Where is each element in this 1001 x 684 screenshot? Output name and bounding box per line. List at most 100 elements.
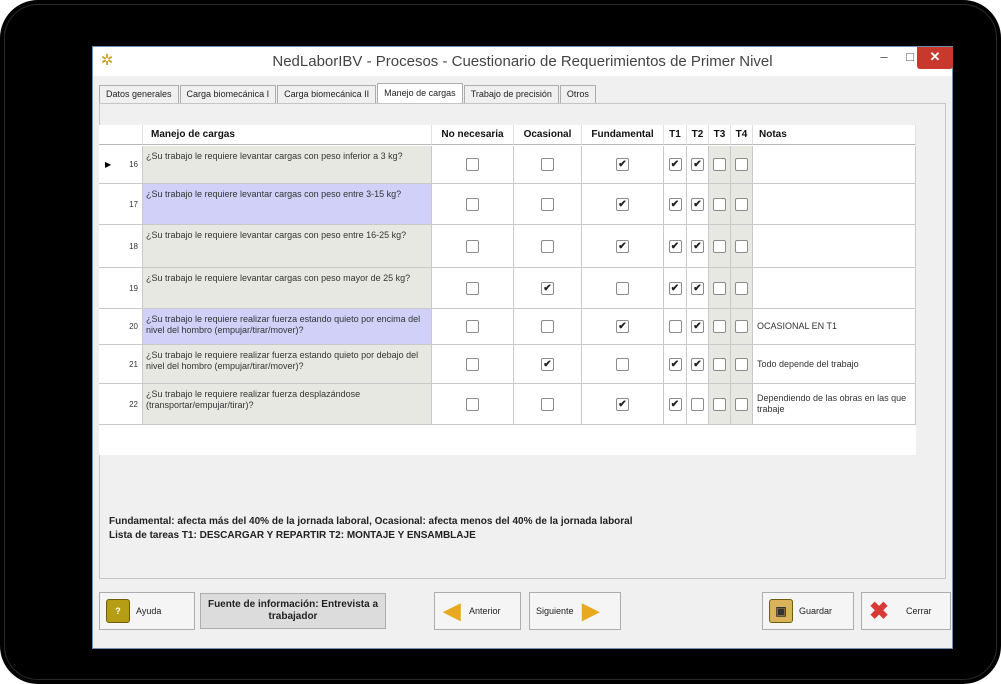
no-necesaria-checkbox[interactable]	[466, 239, 479, 253]
header-t1[interactable]: T1	[664, 125, 687, 145]
no-necesaria-checkbox[interactable]	[466, 357, 479, 371]
header-notas[interactable]: Notas	[753, 125, 916, 145]
tab-carga-biomecanica-2[interactable]: Carga biomecánica II	[277, 85, 377, 103]
help-button[interactable]: ? Ayuda	[99, 592, 195, 630]
t4-checkbox[interactable]	[735, 357, 748, 371]
t2-checkbox[interactable]: ✔	[691, 357, 704, 371]
notes-cell[interactable]	[753, 184, 916, 225]
close-window-button[interactable]: ✕	[917, 47, 953, 69]
question-cell[interactable]: ¿Su trabajo le requiere realizar fuerza …	[143, 309, 432, 345]
ocasional-checkbox[interactable]	[541, 197, 554, 211]
ocasional-checkbox[interactable]	[541, 397, 554, 411]
t4-checkbox[interactable]	[735, 397, 748, 411]
t2-checkbox[interactable]: ✔	[691, 197, 704, 211]
notes-cell[interactable]: Dependiendo de las obras en las que trab…	[753, 384, 916, 425]
notes-cell[interactable]	[753, 146, 916, 184]
fundamental-checkbox[interactable]: ✔	[616, 320, 629, 333]
t2-checkbox[interactable]: ✔	[691, 158, 704, 171]
notes-cell[interactable]	[753, 268, 916, 309]
header-t2[interactable]: T2	[687, 125, 709, 145]
notes-cell[interactable]: Todo depende del trabajo	[753, 345, 916, 384]
t1-checkbox[interactable]	[668, 320, 682, 333]
table-row[interactable]: 17 ¿Su trabajo le requiere levantar carga…	[99, 184, 916, 225]
no-necesaria-checkbox[interactable]	[466, 197, 479, 211]
header-t4[interactable]: T4	[731, 125, 753, 145]
t4-checkbox[interactable]	[735, 281, 748, 295]
fundamental-checkbox[interactable]: ✔	[616, 197, 629, 211]
question-cell[interactable]: ¿Su trabajo le requiere levantar cargas …	[143, 268, 432, 309]
fundamental-cell	[582, 345, 664, 384]
t2-checkbox[interactable]	[691, 397, 704, 411]
t3-checkbox[interactable]	[713, 158, 726, 171]
row-number[interactable]: 17	[99, 184, 143, 225]
t1-checkbox[interactable]: ✔	[668, 357, 682, 371]
ocasional-checkbox[interactable]	[541, 320, 554, 333]
header-t3[interactable]: T3	[709, 125, 731, 145]
header-no-necesaria[interactable]: No necesaria	[432, 125, 514, 145]
no-necesaria-checkbox[interactable]	[466, 397, 479, 411]
question-cell[interactable]: ¿Su trabajo le requiere levantar cargas …	[143, 146, 432, 184]
row-number[interactable]: 19	[99, 268, 143, 309]
table-row[interactable]: 19 ¿Su trabajo le requiere levantar carga…	[99, 268, 916, 309]
t2-checkbox[interactable]: ✔	[691, 239, 704, 253]
tab-otros[interactable]: Otros	[559, 85, 596, 103]
next-button[interactable]: Siguiente ▶	[529, 592, 621, 630]
table-row[interactable]: 16 ▶ ¿Su trabajo le requiere levantar carg…	[99, 146, 916, 184]
tab-trabajo-de-precision[interactable]: Trabajo de precisión	[463, 85, 559, 103]
fundamental-checkbox[interactable]: ✔	[616, 158, 629, 171]
t1-checkbox[interactable]: ✔	[668, 281, 682, 295]
t2-checkbox[interactable]: ✔	[691, 320, 704, 333]
question-cell[interactable]: ¿Su trabajo le requiere realizar fuerza …	[143, 345, 432, 384]
row-number[interactable]: 21	[99, 345, 143, 384]
t4-checkbox[interactable]	[735, 239, 748, 253]
t1-checkbox[interactable]: ✔	[668, 197, 682, 211]
t1-checkbox[interactable]: ✔	[668, 397, 682, 411]
header-question[interactable]: Manejo de cargas	[143, 125, 432, 145]
tab-datos-generales[interactable]: Datos generales	[99, 85, 179, 103]
t4-checkbox[interactable]	[735, 158, 748, 171]
source-info-button[interactable]: Fuente de información: Entrevista a trab…	[200, 593, 386, 629]
previous-button[interactable]: ◀ Anterior	[434, 592, 521, 630]
ocasional-checkbox[interactable]	[541, 158, 554, 171]
t3-checkbox[interactable]	[713, 397, 726, 411]
minimize-button[interactable]: –	[871, 47, 897, 69]
ocasional-checkbox[interactable]: ✔	[541, 281, 554, 295]
row-number[interactable]: 20	[99, 309, 143, 345]
no-necesaria-checkbox[interactable]	[466, 158, 479, 171]
no-necesaria-checkbox[interactable]	[466, 320, 479, 333]
fundamental-checkbox[interactable]: ✔	[616, 397, 629, 411]
t3-checkbox[interactable]	[713, 281, 726, 295]
header-ocasional[interactable]: Ocasional	[514, 125, 582, 145]
ocasional-checkbox[interactable]: ✔	[541, 357, 554, 371]
t3-checkbox[interactable]	[713, 357, 726, 371]
t1-checkbox[interactable]: ✔	[668, 239, 682, 253]
t3-checkbox[interactable]	[713, 197, 726, 211]
tab-manejo-de-cargas[interactable]: Manejo de cargas	[377, 83, 463, 103]
table-row[interactable]: 22 ¿Su trabajo le requiere realizar fuerz…	[99, 384, 916, 425]
t4-checkbox[interactable]	[735, 320, 748, 333]
fundamental-checkbox[interactable]	[616, 281, 629, 295]
t1-checkbox[interactable]: ✔	[668, 158, 682, 171]
save-button[interactable]: ▣ Guardar	[762, 592, 854, 630]
question-cell[interactable]: ¿Su trabajo le requiere realizar fuerza …	[143, 384, 432, 425]
ocasional-checkbox[interactable]	[541, 239, 554, 253]
notes-cell[interactable]: OCASIONAL EN T1	[753, 309, 916, 345]
tab-carga-biomecanica-1[interactable]: Carga biomecánica I	[179, 85, 277, 103]
question-cell[interactable]: ¿Su trabajo le requiere levantar cargas …	[143, 225, 432, 268]
table-row[interactable]: 21 ¿Su trabajo le requiere realizar fuerz…	[99, 345, 916, 384]
notes-cell[interactable]	[753, 225, 916, 268]
close-button[interactable]: ✖ Cerrar	[861, 592, 951, 630]
row-number[interactable]: 18	[99, 225, 143, 268]
fundamental-checkbox[interactable]: ✔	[616, 239, 629, 253]
table-row[interactable]: 20 ¿Su trabajo le requiere realizar fuerz…	[99, 309, 916, 345]
t4-checkbox[interactable]	[735, 197, 748, 211]
row-number[interactable]: 22	[99, 384, 143, 425]
no-necesaria-checkbox[interactable]	[466, 281, 479, 295]
t2-checkbox[interactable]: ✔	[691, 281, 704, 295]
table-row[interactable]: 18 ¿Su trabajo le requiere levantar carga…	[99, 225, 916, 268]
header-fundamental[interactable]: Fundamental	[582, 125, 664, 145]
fundamental-checkbox[interactable]	[616, 357, 629, 371]
t3-checkbox[interactable]	[713, 320, 726, 333]
t3-checkbox[interactable]	[713, 239, 726, 253]
question-cell[interactable]: ¿Su trabajo le requiere levantar cargas …	[143, 184, 432, 225]
